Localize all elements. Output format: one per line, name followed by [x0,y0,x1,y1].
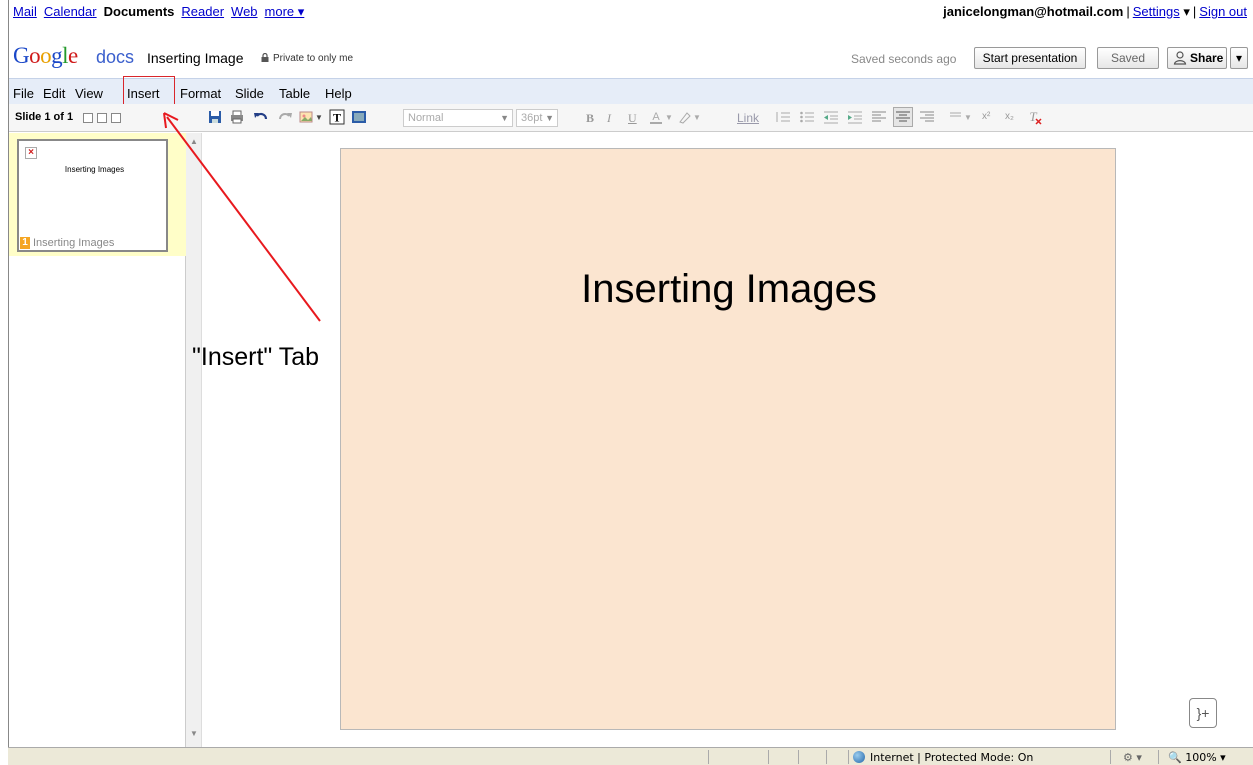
clear-formatting-icon[interactable]: T [1027,109,1043,125]
delete-slide-icon[interactable] [111,113,121,123]
save-status: Saved seconds ago [851,52,957,66]
menu-table[interactable]: Table [279,86,310,101]
nav-link-web[interactable]: Web [231,4,258,19]
highlight-dropdown-icon[interactable]: ▼ [693,113,709,129]
annotation-label: "Insert" Tab [192,343,320,371]
slide-title[interactable]: Inserting Images [341,267,1117,312]
doc-header: Google docs Inserting Image Private to o… [9,38,1253,78]
highlight-icon[interactable] [677,109,693,125]
lock-icon [261,53,269,62]
bold-button[interactable]: B [586,111,594,126]
scroll-down-arrow-icon[interactable]: ▼ [190,729,198,738]
italic-button[interactable]: I [607,111,611,126]
security-zone-status[interactable]: Internet | Protected Mode: On [870,751,1033,764]
slide-count: Slide 1 of 1 [15,111,74,123]
thumbnail-label: Inserting Images [33,237,115,249]
align-right-icon[interactable] [919,109,935,125]
share-dropdown-button[interactable]: ▾ [1230,47,1248,69]
speaker-notes-icon[interactable]: }+ [1189,698,1217,728]
menu-help[interactable]: Help [325,86,352,101]
broken-image-icon: × [25,147,37,159]
underline-button[interactable]: U [628,111,637,126]
font-size-value: 36pt [521,112,543,124]
slide-canvas: Inserting Images }+ [203,133,1253,747]
save-icon[interactable] [207,109,223,125]
nav-more-menu[interactable]: more ▾ [265,4,305,19]
decrease-indent-icon[interactable] [823,109,839,125]
nav-link-mail[interactable]: Mail [13,4,37,19]
nav-current-documents: Documents [103,4,175,19]
duplicate-slide-icon[interactable] [97,113,107,123]
slide[interactable]: Inserting Images [340,148,1116,730]
text-box-icon[interactable]: T [329,109,345,125]
menu-format[interactable]: Format [180,86,221,101]
link-button[interactable]: Link [737,111,759,125]
docs-logo-text[interactable]: docs [96,47,134,68]
sign-out-link[interactable]: Sign out [1199,4,1247,19]
svg-text:T: T [333,111,341,125]
vertical-align-icon[interactable] [949,109,965,125]
start-presentation-button[interactable]: Start presentation [974,47,1086,69]
numbered-list-icon[interactable] [775,109,791,125]
toolbar: Slide 1 of 1 ▼ T Normal ▼ 36pt ▼ B I U A… [9,104,1253,132]
share-label: Share [1190,51,1224,65]
menu-view[interactable]: View [75,86,103,101]
zoom-dropdown-icon[interactable]: ▾ [1220,751,1226,764]
bullet-list-icon[interactable] [799,109,815,125]
undo-icon[interactable] [253,109,269,125]
nav-link-calendar[interactable]: Calendar [44,4,97,19]
image-icon[interactable] [351,109,367,125]
slide-panel: × Inserting Images 1 Inserting Images [9,133,186,747]
superscript-button[interactable]: x² [982,111,990,122]
zoom-level: 100% [1185,751,1217,764]
menu-bar: File Edit View Insert Format Slide Table… [9,78,1253,104]
doc-title[interactable]: Inserting Image [147,50,244,66]
protected-mode-icon[interactable]: ⚙ ▾ [1123,751,1142,764]
vertical-align-dropdown-icon[interactable]: ▼ [964,113,980,129]
subscript-button[interactable]: x₂ [1005,111,1014,122]
paragraph-style-value: Normal [408,112,444,124]
settings-link[interactable]: Settings [1133,4,1180,19]
align-center-icon[interactable] [893,107,913,127]
increase-indent-icon[interactable] [847,109,863,125]
menu-file[interactable]: File [13,86,34,101]
browser-status-bar: Internet | Protected Mode: On ⚙ ▾ 🔍 100%… [8,747,1253,765]
font-size-select[interactable]: 36pt ▼ [516,109,558,127]
google-logo[interactable]: Google [13,43,78,69]
align-left-icon[interactable] [871,109,887,125]
saved-button[interactable]: Saved [1097,47,1159,69]
slide-panel-scrollbar[interactable]: ▲ ▼ [186,133,202,747]
scroll-up-arrow-icon[interactable]: ▲ [190,137,198,146]
internet-globe-icon [853,751,865,763]
nav-link-reader[interactable]: Reader [181,4,224,19]
new-slide-icon[interactable] [83,113,93,123]
share-button[interactable]: Share [1167,47,1227,69]
menu-slide[interactable]: Slide [235,86,264,101]
browser-page: Mail Calendar Documents Reader Web more ▾ jan… [8,0,1253,747]
menu-edit[interactable]: Edit [43,86,65,101]
slide-thumbnail-row[interactable]: × Inserting Images 1 Inserting Images [9,133,186,256]
zoom-control[interactable]: 🔍 100% ▾ [1168,751,1226,764]
slide-number-badge: 1 [20,237,30,249]
text-color-icon[interactable]: A [649,109,665,125]
svg-text:T: T [1029,109,1037,124]
slide-thumbnail[interactable]: × Inserting Images 1 Inserting Images [17,139,168,252]
account-email: janicelongman@hotmail.com [943,4,1124,19]
settings-arrow-icon[interactable]: ▾ [1183,4,1190,19]
account-area: janicelongman@hotmail.com | Settings ▾ | Sig… [943,4,1247,19]
redo-icon[interactable] [277,109,293,125]
insert-image-menu-icon[interactable] [299,109,315,125]
print-icon[interactable] [229,109,245,125]
thumbnail-title: Inserting Images [64,165,125,174]
paragraph-style-select[interactable]: Normal ▼ [403,109,513,127]
svg-text:A: A [652,111,660,123]
insert-image-dropdown-icon[interactable]: ▼ [315,113,323,129]
share-people-icon [1173,51,1187,65]
privacy-label[interactable]: Private to only me [273,53,353,64]
